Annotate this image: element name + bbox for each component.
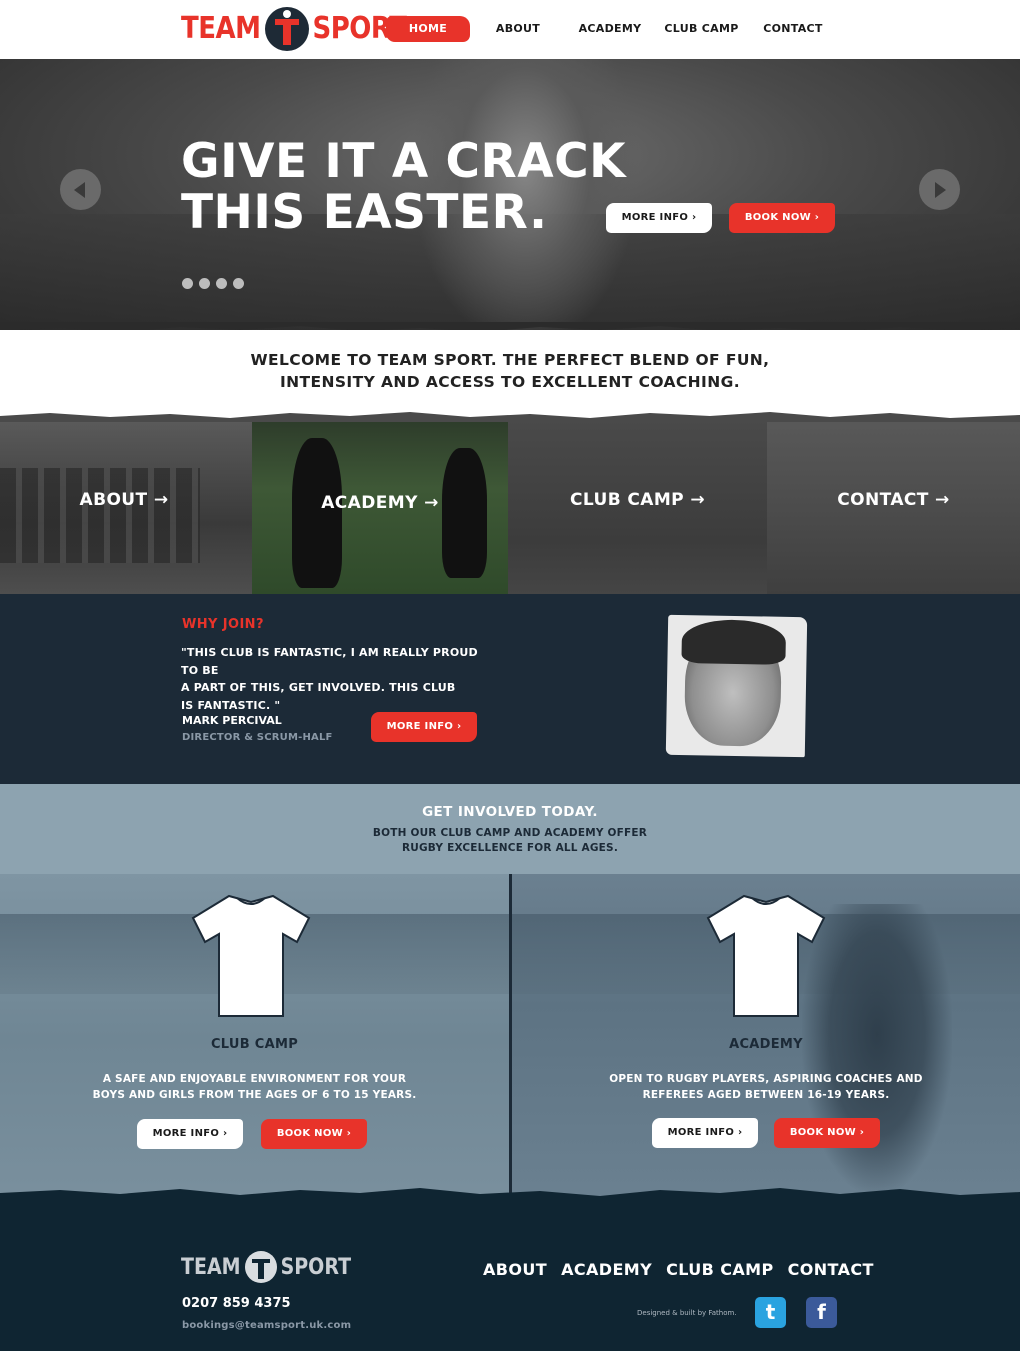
footer-phone[interactable]: 0207 859 4375: [182, 1296, 291, 1311]
academy-desc-line1: OPEN TO RUGBY PLAYERS, ASPIRING COACHES …: [609, 1073, 923, 1085]
tile-club-camp-label: CLUB CAMP →: [570, 490, 705, 510]
club-camp-more-info-button[interactable]: MORE INFO ›: [137, 1119, 243, 1149]
club-camp-book-now-button[interactable]: BOOK NOW ›: [261, 1119, 367, 1149]
footer-link-contact[interactable]: CONTACT: [788, 1260, 874, 1279]
twitter-icon[interactable]: t: [755, 1297, 786, 1328]
nav-about[interactable]: ABOUT: [488, 16, 548, 42]
academy-book-now-button[interactable]: BOOK NOW ›: [774, 1118, 880, 1148]
logo-badge-icon: [264, 7, 309, 51]
hero-more-info-button[interactable]: MORE INFO ›: [606, 203, 712, 233]
academy-card: ACADEMY OPEN TO RUGBY PLAYERS, ASPIRING …: [512, 874, 1020, 1204]
quote-line1: "THIS CLUB IS FANTASTIC, I AM REALLY PRO…: [181, 646, 478, 677]
academy-desc-line2: REFEREES AGED BETWEEN 16-19 YEARS.: [642, 1088, 890, 1101]
tile-contact[interactable]: CONTACT →: [767, 418, 1020, 594]
get-involved-line1: BOTH OUR CLUB CAMP AND ACADEMY OFFER: [372, 827, 648, 839]
team-sport-logo[interactable]: TEAM SPORT: [181, 6, 407, 52]
footer-credit[interactable]: Designed & built by Fathom.: [637, 1309, 737, 1317]
player-photo: [442, 448, 487, 578]
programs-divider: [509, 874, 512, 1200]
nav-contact[interactable]: CONTACT: [760, 16, 826, 42]
hero-headline-line2: THIS EASTER.: [181, 185, 548, 240]
why-join-section: WHY JOIN? "THIS CLUB IS FANTASTIC, I AM …: [0, 594, 1020, 784]
nav-club-camp[interactable]: CLUB CAMP: [664, 16, 739, 42]
portrait-hair: [681, 619, 787, 665]
tile-about[interactable]: ABOUT →: [0, 418, 252, 594]
why-join-heading: WHY JOIN?: [182, 617, 264, 632]
get-involved-text: BOTH OUR CLUB CAMP AND ACADEMY OFFER RUG…: [0, 826, 1020, 856]
slider-next-arrow-icon[interactable]: [919, 169, 960, 210]
footer-logo-text-team: TEAM: [181, 1254, 241, 1280]
why-join-more-info-button[interactable]: MORE INFO ›: [371, 712, 477, 742]
tile-about-label: ABOUT →: [79, 490, 169, 510]
welcome-text: WELCOME TO TEAM SPORT. THE PERFECT BLEND…: [0, 349, 1020, 393]
nav-academy[interactable]: ACADEMY: [575, 16, 645, 42]
slider-dot[interactable]: [199, 278, 210, 289]
footer-link-club-camp[interactable]: CLUB CAMP: [666, 1260, 774, 1279]
club-camp-description: A SAFE AND ENJOYABLE ENVIRONMENT FOR YOU…: [0, 1072, 509, 1103]
hero-headline-line1: GIVE IT A CRACK: [181, 134, 627, 189]
slider-dot[interactable]: [216, 278, 227, 289]
footer-email[interactable]: bookings@teamsport.uk.com: [182, 1320, 351, 1331]
testimonial-portrait: [665, 614, 808, 758]
footer-logo-badge-icon: [244, 1251, 277, 1283]
get-involved-section: GET INVOLVED TODAY. BOTH OUR CLUB CAMP A…: [0, 784, 1020, 874]
team-photo: [0, 468, 200, 563]
club-camp-desc-line1: A SAFE AND ENJOYABLE ENVIRONMENT FOR YOU…: [102, 1073, 407, 1085]
slider-prev-arrow-icon[interactable]: [60, 169, 101, 210]
quote-line2: A PART OF THIS, GET INVOLVED. THIS CLUB: [181, 681, 456, 694]
facebook-icon[interactable]: f: [806, 1297, 837, 1328]
club-camp-desc-line2: BOYS AND GIRLS FROM THE AGES OF 6 TO 15 …: [92, 1088, 417, 1101]
hero-headline: GIVE IT A CRACK THIS EASTER.: [181, 136, 626, 238]
section-tiles: ABOUT → ACADEMY → CLUB CAMP → CONTACT →: [0, 418, 1020, 594]
hero-book-now-button[interactable]: BOOK NOW ›: [729, 203, 835, 233]
get-involved-heading: GET INVOLVED TODAY.: [422, 804, 598, 820]
footer-links: ABOUT ACADEMY CLUB CAMP CONTACT: [483, 1260, 874, 1279]
welcome-section: WELCOME TO TEAM SPORT. THE PERFECT BLEND…: [0, 330, 1020, 420]
club-camp-card: CLUB CAMP A SAFE AND ENJOYABLE ENVIRONME…: [0, 874, 509, 1204]
testimonial-name: MARK PERCIVAL: [182, 714, 282, 727]
slider-pagination: [182, 278, 244, 289]
welcome-line1: WELCOME TO TEAM SPORT. THE PERFECT BLEND…: [250, 351, 770, 369]
tshirt-icon: [191, 894, 311, 1017]
player-photo: [292, 438, 342, 588]
nav-home[interactable]: HOME: [386, 16, 470, 42]
footer-link-about[interactable]: ABOUT: [483, 1260, 547, 1279]
logo-text-team: TEAM: [181, 11, 261, 47]
get-involved-line2: RUGBY EXCELLENCE FOR ALL AGES.: [401, 842, 619, 854]
academy-description: OPEN TO RUGBY PLAYERS, ASPIRING COACHES …: [512, 1072, 1020, 1103]
testimonial-role: DIRECTOR & SCRUM-HALF: [182, 732, 333, 743]
footer-logo[interactable]: TEAM SPORT: [181, 1249, 351, 1285]
hero-slider: GIVE IT A CRACK THIS EASTER. MORE INFO ›…: [0, 59, 1020, 334]
tile-club-camp[interactable]: CLUB CAMP →: [508, 418, 767, 594]
top-navigation: TEAM SPORT HOME ABOUT ACADEMY CLUB CAMP …: [0, 0, 1020, 59]
academy-more-info-button[interactable]: MORE INFO ›: [652, 1118, 758, 1148]
torn-paper-edge: [0, 412, 1020, 422]
slider-dot[interactable]: [233, 278, 244, 289]
site-footer: TEAM SPORT 0207 859 4375 bookings@teamsp…: [0, 1196, 1020, 1351]
tile-academy[interactable]: ACADEMY →: [252, 418, 508, 594]
footer-logo-text-sport: SPORT: [280, 1254, 352, 1280]
academy-title: ACADEMY: [729, 1037, 803, 1052]
club-camp-title: CLUB CAMP: [210, 1037, 299, 1052]
tile-academy-label: ACADEMY →: [321, 493, 439, 513]
testimonial-quote: "THIS CLUB IS FANTASTIC, I AM REALLY PRO…: [181, 644, 491, 714]
footer-link-academy[interactable]: ACADEMY: [561, 1260, 652, 1279]
welcome-line2: INTENSITY AND ACCESS TO EXCELLENT COACHI…: [280, 373, 740, 391]
tile-contact-label: CONTACT →: [837, 490, 950, 510]
slider-dot[interactable]: [182, 278, 193, 289]
tshirt-icon: [706, 894, 826, 1017]
